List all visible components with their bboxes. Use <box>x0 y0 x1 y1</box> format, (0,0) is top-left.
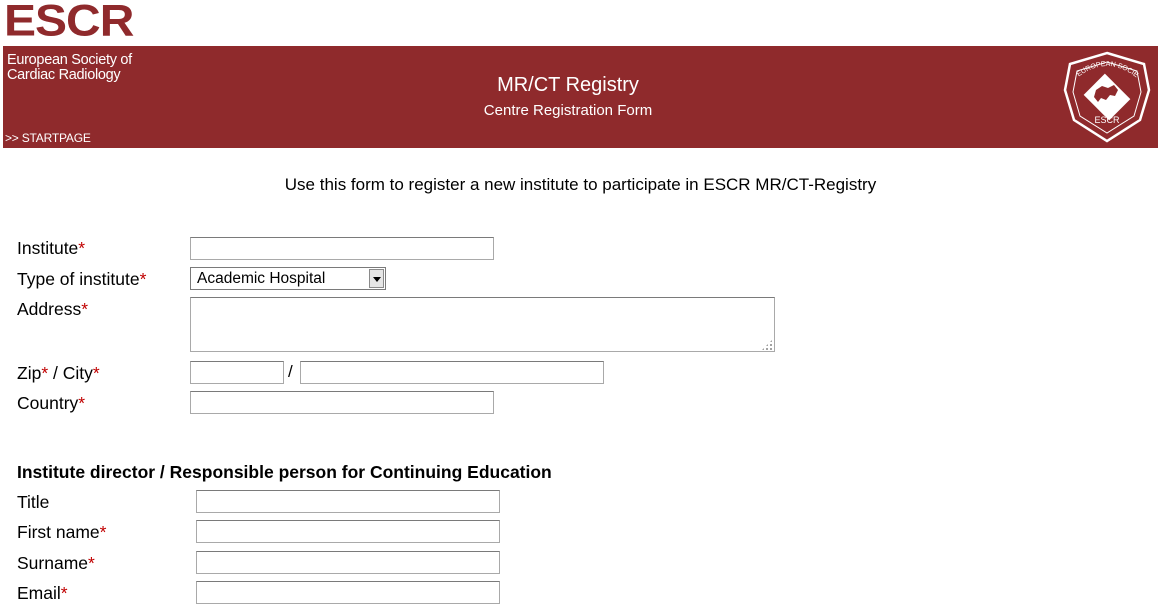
chevron-down-icon[interactable] <box>369 269 384 288</box>
country-label: Country* <box>17 393 86 413</box>
required-marker: * <box>88 553 95 573</box>
address-label: Address* <box>17 299 89 319</box>
zip-city-separator: / <box>288 362 293 381</box>
director-section-heading: Institute director / Responsible person … <box>17 462 552 482</box>
city-input[interactable] <box>300 361 604 384</box>
intro-text: Use this form to register a new institut… <box>284 175 877 194</box>
escr-logo: ESCR <box>4 0 134 46</box>
title-input[interactable] <box>196 490 500 513</box>
first-name-label: First name* <box>17 522 107 542</box>
country-input[interactable] <box>190 391 494 414</box>
escr-seal-icon: EUROPEAN SOCIETY OF CARDIAC RADIOLOGY ES… <box>1060 50 1151 143</box>
title-label: Title <box>17 492 50 512</box>
zip-input[interactable] <box>190 361 284 384</box>
required-marker: * <box>139 269 147 289</box>
header-banner: European Society of Cardiac Radiology >>… <box>3 46 1158 148</box>
required-marker: * <box>92 363 100 383</box>
surname-input[interactable] <box>196 551 500 574</box>
page-subtitle: Centre Registration Form <box>483 102 653 119</box>
surname-label: Surname* <box>17 553 95 573</box>
email-label: Email* <box>17 583 68 603</box>
email-input[interactable] <box>196 581 500 604</box>
required-marker: * <box>78 238 86 258</box>
required-marker: * <box>81 299 89 319</box>
required-marker: * <box>60 583 68 603</box>
institute-label: Institute* <box>17 238 86 258</box>
type-of-institute-label: Type of institute* <box>17 269 147 289</box>
first-name-input[interactable] <box>196 520 500 543</box>
required-marker: * <box>78 393 86 413</box>
institute-input[interactable] <box>190 237 494 260</box>
page-title: MR/CT Registry <box>497 74 639 96</box>
required-marker: * <box>99 522 107 542</box>
seal-text: ESCR <box>1094 115 1120 125</box>
zip-city-label: Zip* / City* <box>17 363 100 383</box>
type-of-institute-select[interactable]: Academic Hospital <box>190 267 386 290</box>
type-of-institute-selected: Academic Hospital <box>197 270 326 287</box>
startpage-link[interactable]: >> STARTPAGE <box>5 131 91 145</box>
society-name-line1: European Society of <box>7 52 132 68</box>
address-textarea[interactable] <box>190 297 775 352</box>
